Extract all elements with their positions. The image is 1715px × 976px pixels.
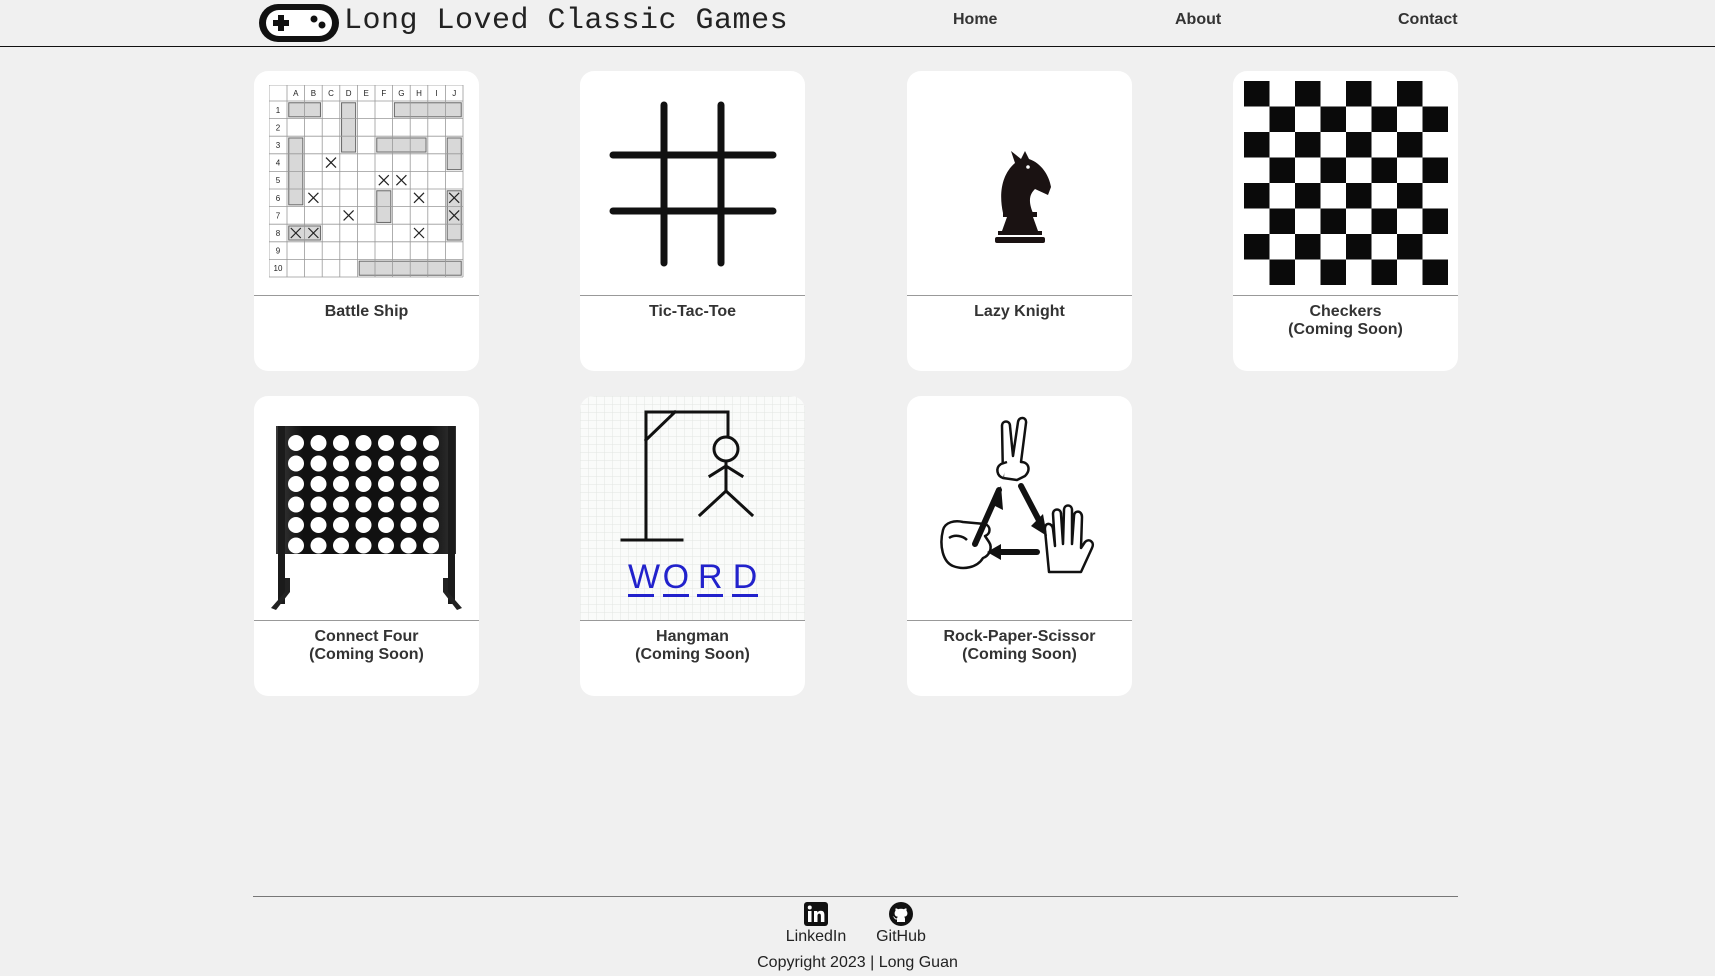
battleship-row-label: 4	[275, 159, 280, 168]
github-link[interactable]: GitHub	[861, 902, 941, 946]
battleship-col-label: G	[398, 89, 404, 98]
game-card-label: Checkers (Coming Soon)	[1233, 303, 1458, 339]
battleship-row-label: 2	[275, 123, 280, 132]
linkedin-link[interactable]: LinkedIn	[776, 902, 856, 946]
game-card-hangman[interactable]: W O R D Hangman (Coming Soon)	[580, 396, 805, 696]
lazy-knight-thumb	[907, 71, 1132, 296]
gamepad-icon[interactable]	[256, 1, 342, 45]
checkerboard-icon	[1243, 81, 1448, 285]
game-title: Checkers	[1309, 303, 1382, 320]
game-card-lazy-knight[interactable]: Lazy Knight	[907, 71, 1132, 371]
tic-tac-toe-grid-icon	[609, 101, 777, 267]
game-status: (Coming Soon)	[635, 646, 750, 663]
battleship-row-label: 9	[275, 247, 280, 256]
tic-tac-toe-thumb	[580, 71, 805, 296]
game-card-checkers[interactable]: Checkers (Coming Soon)	[1233, 71, 1458, 371]
battleship-row-label: 7	[275, 211, 280, 220]
battleship-row-label: 10	[273, 264, 282, 273]
battleship-row-label: 8	[275, 229, 280, 238]
game-card-label: Rock-Paper-Scissor (Coming Soon)	[907, 628, 1132, 664]
battleship-col-label: F	[381, 89, 386, 98]
footer-divider	[253, 896, 1458, 897]
battleship-col-label: C	[328, 89, 334, 98]
hangman-letter: O	[662, 558, 690, 597]
battleship-row-label: 5	[275, 176, 280, 185]
game-status: (Coming Soon)	[1288, 321, 1403, 338]
hangman-letter: R	[697, 558, 724, 597]
chess-knight-icon	[995, 151, 1051, 243]
game-card-rock-paper-scissor[interactable]: Rock-Paper-Scissor (Coming Soon)	[907, 396, 1132, 696]
hangman-thumb: W O R D	[580, 396, 805, 621]
copyright-text: Copyright 2023 | Long Guan	[757, 954, 958, 971]
game-title: Rock-Paper-Scissor	[943, 628, 1096, 645]
game-card-label: Battle Ship	[254, 303, 479, 321]
battleship-col-label: H	[416, 89, 422, 98]
game-card-connect-four[interactable]: Connect Four (Coming Soon)	[254, 396, 479, 696]
linkedin-label: LinkedIn	[785, 928, 847, 945]
connect-four-thumb	[254, 396, 479, 621]
battleship-col-label: E	[363, 89, 368, 98]
game-title: Battle Ship	[324, 303, 409, 320]
game-card-label: Tic-Tac-Toe	[580, 303, 805, 321]
game-card-tic-tac-toe[interactable]: Tic-Tac-Toe	[580, 71, 805, 371]
battleship-col-label: B	[310, 89, 315, 98]
hangman-letter: W	[628, 558, 661, 597]
rock-paper-scissor-thumb	[907, 396, 1132, 621]
site-title[interactable]: Long Loved Classic Games	[344, 4, 788, 38]
battleship-row-label: 1	[275, 106, 280, 115]
hangman-letter: D	[731, 558, 758, 597]
game-card-battle-ship[interactable]: A B C D E F G H I J 1 2 3 4 5 6 7 8 9 10 Battle Ship	[254, 71, 479, 371]
game-card-label: Lazy Knight	[907, 303, 1132, 321]
battleship-col-label: D	[345, 89, 351, 98]
game-card-label: Hangman (Coming Soon)	[580, 628, 805, 664]
rock-paper-scissors-cycle-icon	[940, 416, 1094, 574]
site-header: Long Loved Classic Games Home About Cont…	[0, 0, 1715, 47]
nav-contact-link[interactable]: Contact	[1398, 11, 1458, 29]
battleship-grid-icon: A B C D E F G H I J 1 2 3 4 5 6 7 8 9 10	[268, 85, 463, 278]
battleship-row-label: 3	[275, 141, 280, 150]
hangman-word: W O R D	[628, 560, 758, 597]
checkers-thumb	[1233, 71, 1458, 296]
game-title: Lazy Knight	[974, 303, 1065, 320]
game-card-label: Connect Four (Coming Soon)	[254, 628, 479, 664]
nav-about-link[interactable]: About	[1175, 11, 1221, 29]
github-icon	[889, 902, 913, 926]
battleship-col-label: I	[435, 89, 437, 98]
battleship-thumb: A B C D E F G H I J 1 2 3 4 5 6 7 8 9 10	[254, 71, 479, 296]
battleship-col-label: J	[452, 89, 456, 98]
game-title: Tic-Tac-Toe	[648, 303, 737, 320]
github-label: GitHub	[876, 928, 926, 945]
battleship-row-label: 6	[275, 194, 280, 203]
connect-four-board-icon	[271, 426, 462, 610]
game-status: (Coming Soon)	[962, 646, 1077, 663]
linkedin-icon	[804, 902, 828, 926]
nav-home-link[interactable]: Home	[953, 11, 997, 29]
battleship-col-label: A	[293, 89, 299, 98]
game-title: Hangman	[656, 628, 729, 645]
game-status: (Coming Soon)	[309, 646, 424, 663]
game-title: Connect Four	[314, 628, 419, 645]
